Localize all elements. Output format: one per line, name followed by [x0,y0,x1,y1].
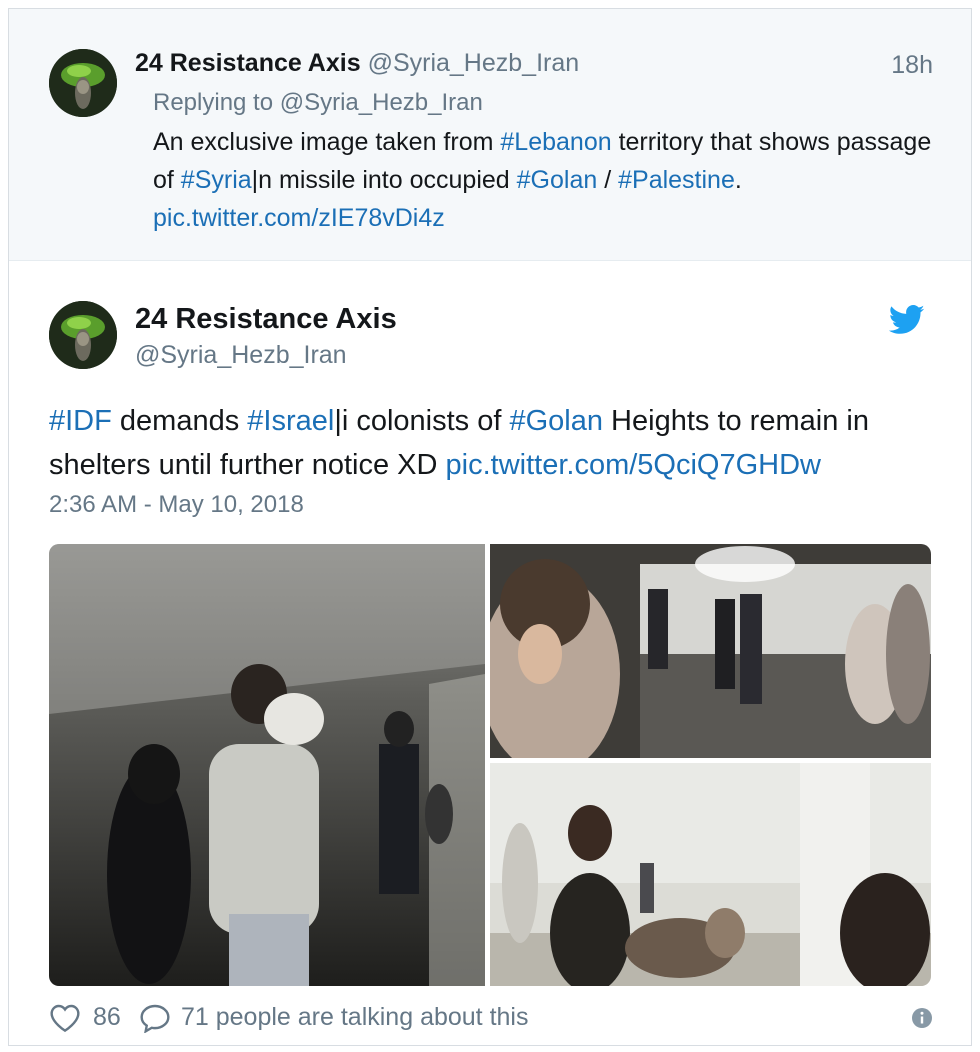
hashtag-golan-main[interactable]: #Golan [509,405,603,437]
photo-shelter-phone[interactable] [490,544,931,758]
reply-text-part: An exclusive image taken from [153,128,501,156]
tweet-timestamp[interactable]: 2:36 AM - May 10, 2018 [49,491,304,519]
photo-grid [49,544,931,986]
heart-icon[interactable] [49,1003,81,1033]
main-avatar[interactable] [49,301,117,369]
twitter-bird-icon[interactable] [889,305,925,335]
reply-author[interactable]: 24 Resistance Axis @Syria_Hezb_Iran [135,49,579,78]
reply-author-handle[interactable]: @Syria_Hezb_Iran [368,49,580,77]
reply-tweet[interactable]: 24 Resistance Axis @Syria_Hezb_Iran 18h … [9,9,971,261]
photo-shelter-dark[interactable] [49,544,485,986]
like-count[interactable]: 86 [93,1003,121,1032]
main-author-name[interactable]: 24 Resistance Axis [135,303,397,336]
main-text-part: demands [111,405,248,437]
main-text-part: |i colonists of [334,405,510,437]
tweet-footer: 86 71 people are talking about this [49,1001,949,1035]
reply-text-part: |n missile into occupied [251,166,517,194]
hashtag-israel[interactable]: #Israel [247,405,334,437]
info-icon[interactable] [911,1007,933,1029]
talking-count[interactable]: 71 people are talking about this [181,1003,528,1032]
photo-shelter-group[interactable] [490,763,931,986]
main-pic-link[interactable]: pic.twitter.com/5QciQ7GHDw [446,449,821,481]
hashtag-idf[interactable]: #IDF [49,405,112,437]
reply-text-part: / [597,166,619,194]
main-tweet-text: #IDF demands #Israel|i colonists of #Gol… [49,399,949,487]
reply-pic-link[interactable]: pic.twitter.com/zIE78vDi4z [153,204,445,232]
hashtag-palestine[interactable]: #Palestine [618,166,735,194]
reply-avatar[interactable] [49,49,117,117]
replying-to: Replying to @Syria_Hezb_Iran [153,89,483,116]
embedded-tweet-card: 24 Resistance Axis @Syria_Hezb_Iran 18h … [8,8,972,1046]
hashtag-syria[interactable]: #Syria [181,166,252,194]
reply-author-name[interactable]: 24 Resistance Axis [135,49,361,77]
hashtag-golan[interactable]: #Golan [517,166,598,194]
reply-tweet-text: An exclusive image taken from #Lebanon t… [153,123,933,237]
reply-time-ago[interactable]: 18h [891,51,933,80]
reply-text-part: . [734,166,742,194]
speech-bubble-icon[interactable] [139,1003,171,1033]
hashtag-lebanon[interactable]: #Lebanon [500,128,611,156]
main-author-handle[interactable]: @Syria_Hezb_Iran [135,341,347,370]
